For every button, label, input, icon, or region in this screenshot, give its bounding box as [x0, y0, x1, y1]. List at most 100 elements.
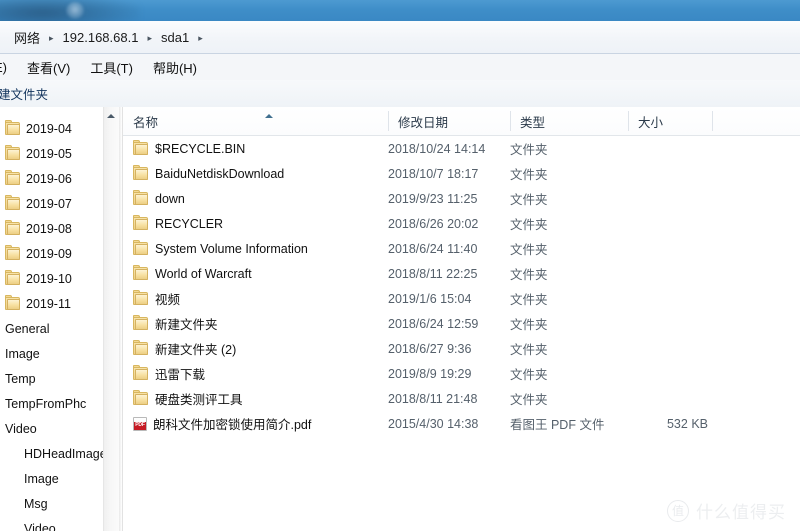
file-name-cell[interactable]: 硬盘类测评工具	[133, 386, 243, 411]
nav-item-label: 2019-11	[26, 296, 71, 311]
nav-item-2019-06[interactable]: 2019-06	[0, 166, 103, 191]
file-name-cell[interactable]: down	[133, 186, 185, 211]
explorer-body: 2019-04 2019-05 2019-06 2019-07 2019-08 2019-…	[0, 107, 800, 531]
file-size-cell	[628, 286, 708, 311]
file-type-cell: 文件夹	[510, 168, 548, 182]
file-type-cell: 文件夹	[510, 343, 548, 357]
new-folder-button[interactable]: 建文件夹	[0, 84, 48, 103]
file-row[interactable]: RECYCLER 2018/6/26 20:02 文件夹	[123, 211, 800, 236]
breadcrumb[interactable]: 网络 ▸ 192.168.68.1 ▸ sda1 ▸	[0, 26, 208, 48]
nav-item-2019-09[interactable]: 2019-09	[0, 241, 103, 266]
breadcrumb-item-sda1[interactable]: sda1	[157, 29, 193, 46]
column-divider[interactable]	[712, 111, 713, 131]
folder-icon	[133, 339, 149, 356]
nav-item-label: Image	[24, 471, 59, 486]
folder-icon	[133, 264, 149, 281]
file-row[interactable]: World of Warcraft 2018/8/11 22:25 文件夹	[123, 261, 800, 286]
nav-item-label: Msg	[24, 496, 48, 511]
titlebar-orb-icon	[66, 2, 84, 20]
address-bar[interactable]: 网络 ▸ 192.168.68.1 ▸ sda1 ▸	[0, 21, 800, 54]
nav-item-2019-10[interactable]: 2019-10	[0, 266, 103, 291]
nav-item-label: Temp	[5, 371, 36, 386]
nav-item-2019-05[interactable]: 2019-05	[0, 141, 103, 166]
file-name-label: 迅雷下载	[155, 368, 206, 382]
column-header-size-label: 大小	[638, 115, 664, 130]
file-type-cell: 文件夹	[510, 393, 548, 407]
file-row[interactable]: 视频 2019/1/6 15:04 文件夹	[123, 286, 800, 311]
file-name-cell[interactable]: World of Warcraft	[133, 261, 252, 286]
pdf-file-icon: PDF	[133, 416, 147, 431]
nav-item-video[interactable]: Video	[0, 416, 103, 441]
file-date-cell: 2018/8/11 21:48	[388, 391, 478, 406]
folder-icon	[133, 389, 149, 406]
column-header-date[interactable]: 修改日期	[388, 107, 510, 135]
breadcrumb-item-host[interactable]: 192.168.68.1	[59, 29, 143, 46]
toolbar: 建文件夹	[0, 80, 800, 108]
menu-item-view[interactable]: 查看(V)	[17, 55, 80, 80]
file-size-cell	[628, 261, 708, 286]
file-row[interactable]: down 2019/9/23 11:25 文件夹	[123, 186, 800, 211]
file-list[interactable]: $RECYCLE.BIN 2018/10/24 14:14 文件夹 BaiduNetd…	[123, 136, 800, 436]
file-name-cell[interactable]: 新建文件夹 (2)	[133, 336, 236, 361]
file-name-cell[interactable]: $RECYCLE.BIN	[133, 136, 245, 161]
file-name-label: 新建文件夹 (2)	[155, 343, 237, 357]
nav-item-label: TempFromPhc	[5, 396, 87, 411]
file-type-cell: 看图王 PDF 文件	[510, 418, 605, 432]
file-date-cell: 2018/6/24 11:40	[388, 241, 478, 256]
column-header-size[interactable]: 大小	[628, 107, 712, 135]
nav-item-image[interactable]: Image	[0, 341, 103, 366]
file-name-cell[interactable]: RECYCLER	[133, 211, 223, 236]
file-name-cell[interactable]: PDF 朗科文件加密锁使用简介.pdf	[133, 411, 311, 436]
file-name-cell[interactable]: 新建文件夹	[133, 311, 218, 336]
nav-item-2019-08[interactable]: 2019-08	[0, 216, 103, 241]
folder-icon	[133, 214, 149, 231]
nav-item-general[interactable]: General	[0, 316, 103, 341]
file-size-cell	[628, 136, 708, 161]
file-size-cell	[628, 361, 708, 386]
folder-icon	[133, 139, 149, 156]
file-row[interactable]: 硬盘类测评工具 2018/8/11 21:48 文件夹	[123, 386, 800, 411]
nav-item-temp[interactable]: Temp	[0, 366, 103, 391]
folder-icon	[5, 244, 21, 261]
chevron-right-icon[interactable]: ▸	[193, 33, 208, 43]
file-row[interactable]: System Volume Information 2018/6/24 11:40…	[123, 236, 800, 261]
file-row[interactable]: BaiduNetdiskDownload 2018/10/7 18:17 文件夹	[123, 161, 800, 186]
watermark-badge-icon: 值	[667, 499, 689, 522]
file-name-label: $RECYCLE.BIN	[155, 141, 246, 156]
nav-item-image[interactable]: Image	[0, 466, 103, 491]
navigation-scrollbar[interactable]	[103, 107, 119, 531]
file-list-pane: 名称 修改日期 类型 大小 $RECYCLE.BIN 2018/10/24 14:…	[123, 107, 800, 531]
menu-item-help[interactable]: 帮助(H)	[143, 55, 207, 80]
file-row[interactable]: $RECYCLE.BIN 2018/10/24 14:14 文件夹	[123, 136, 800, 161]
nav-item-2019-11[interactable]: 2019-11	[0, 291, 103, 316]
file-row[interactable]: 新建文件夹 (2) 2018/6/27 9:36 文件夹	[123, 336, 800, 361]
file-name-cell[interactable]: BaiduNetdiskDownload	[133, 161, 284, 186]
column-header-type[interactable]: 类型	[510, 107, 628, 135]
navigation-tree[interactable]: 2019-04 2019-05 2019-06 2019-07 2019-08 2019-…	[0, 107, 103, 531]
nav-item-hdheadimage[interactable]: HDHeadImage	[0, 441, 103, 466]
file-name-cell[interactable]: System Volume Information	[133, 236, 308, 261]
nav-item-2019-04[interactable]: 2019-04	[0, 116, 103, 141]
file-date-cell: 2018/6/24 12:59	[388, 316, 479, 331]
file-name-cell[interactable]: 迅雷下载	[133, 361, 205, 386]
sort-ascending-icon	[265, 114, 273, 118]
column-header-name[interactable]: 名称	[123, 107, 388, 135]
nav-item-video[interactable]: Video	[0, 516, 103, 531]
scroll-up-arrow-icon[interactable]	[107, 114, 115, 118]
menu-item-tools[interactable]: 工具(T)	[80, 55, 143, 80]
breadcrumb-item-network[interactable]: 网络	[10, 27, 44, 48]
nav-item-2019-07[interactable]: 2019-07	[0, 191, 103, 216]
nav-item-tempfromphc[interactable]: TempFromPhc	[0, 391, 103, 416]
column-header-type-label: 类型	[520, 115, 546, 130]
file-type-cell: 文件夹	[510, 218, 548, 232]
file-row[interactable]: 迅雷下载 2019/8/9 19:29 文件夹	[123, 361, 800, 386]
nav-item-msg[interactable]: Msg	[0, 491, 103, 516]
file-size-cell	[628, 161, 708, 186]
file-row[interactable]: PDF 朗科文件加密锁使用简介.pdf 2015/4/30 14:38 看图王 PDF…	[123, 411, 800, 436]
folder-icon	[133, 189, 149, 206]
file-type-cell: 文件夹	[510, 243, 548, 257]
menu-item-edit[interactable]: E)	[0, 57, 17, 78]
file-row[interactable]: 新建文件夹 2018/6/24 12:59 文件夹	[123, 311, 800, 336]
file-name-cell[interactable]: 视频	[133, 286, 180, 311]
folder-icon	[133, 164, 149, 181]
